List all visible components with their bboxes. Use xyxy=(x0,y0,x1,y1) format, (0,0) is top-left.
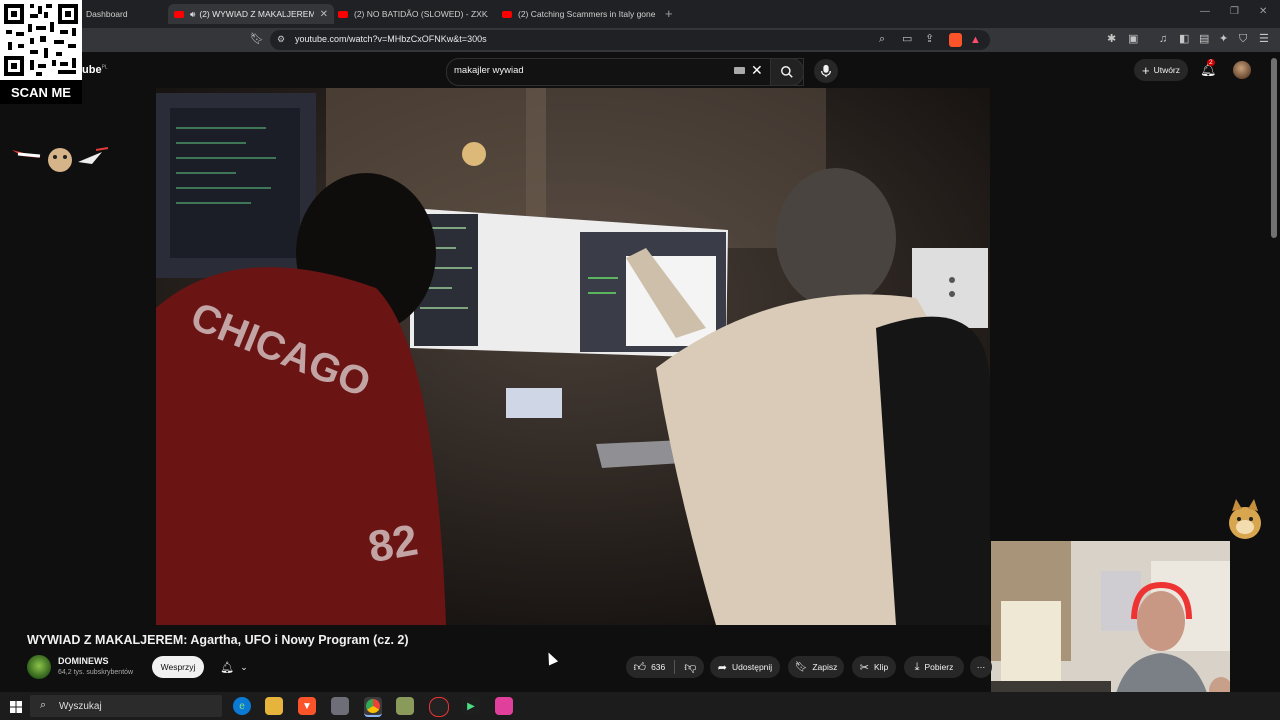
channel-avatar[interactable] xyxy=(27,655,51,679)
brave-icon[interactable]: ▼ xyxy=(298,697,316,715)
menu-icon[interactable]: ☰ xyxy=(1259,34,1269,45)
save-button[interactable]: 🔖︎ Zapisz xyxy=(788,656,844,678)
divider xyxy=(674,660,676,674)
brave-rewards-icon[interactable]: ▲ xyxy=(970,34,981,46)
create-button[interactable]: + Utwórz xyxy=(1134,59,1188,81)
new-tab-icon[interactable]: + xyxy=(665,6,673,21)
keyboard-icon[interactable] xyxy=(734,67,745,74)
video-player[interactable]: CHICAGO 82 xyxy=(156,88,990,625)
more-actions-button[interactable]: ⋯ xyxy=(970,656,992,678)
close-tab-icon[interactable]: ✕ xyxy=(320,9,328,20)
speaker-icon: 🔊︎ xyxy=(190,8,196,19)
video-frame: CHICAGO 82 xyxy=(156,88,990,625)
plus-icon: + xyxy=(1141,62,1150,78)
qr-code xyxy=(0,0,82,80)
scan-me-label: SCAN ME xyxy=(0,80,82,104)
media-player-icon[interactable]: ▶ xyxy=(462,697,480,715)
reading-list-icon[interactable]: ◧ xyxy=(1179,34,1189,45)
file-explorer-icon[interactable] xyxy=(265,697,283,715)
notification-badge: 2 xyxy=(1207,59,1215,66)
media-icon[interactable]: ♫ xyxy=(1159,34,1167,45)
minimize-icon[interactable]: — xyxy=(1200,6,1210,17)
tool-icon[interactable] xyxy=(495,697,513,715)
download-button[interactable]: ⤓ Pobierz xyxy=(904,656,964,678)
leo-ai-icon[interactable]: ✦ xyxy=(1219,34,1228,45)
mouse-cursor-icon xyxy=(543,650,559,666)
search-icon xyxy=(781,66,793,78)
tab-dashboard[interactable]: Dashboard xyxy=(86,4,166,24)
tab-label: (2) WYWIAD Z MAKALJEREM xyxy=(199,9,314,19)
cast-icon[interactable]: ▭ xyxy=(902,34,912,45)
search-icon: ⌕ xyxy=(40,699,47,711)
doge-sticker xyxy=(1224,497,1266,541)
tab-active-video[interactable]: 🔊︎ (2) WYWIAD Z MAKALJEREM ✕ xyxy=(168,4,334,24)
channel-name[interactable]: DOMINEWS xyxy=(58,656,109,666)
share-icon: ➦ xyxy=(717,661,728,674)
subscription-bell-button[interactable]: 🔔︎ ⌄ xyxy=(214,656,254,678)
thumbs-up-icon: 👍︎ xyxy=(633,659,647,674)
bookmark-icon[interactable]: 🔖︎ xyxy=(250,34,264,45)
tab-music[interactable]: (2) NO BATIDÃO (SLOWED) - ZXKAI xyxy=(338,4,488,24)
support-button[interactable]: Wesprzyj xyxy=(152,656,204,678)
clip-label: Klip xyxy=(874,662,889,672)
svg-text:82: 82 xyxy=(365,515,422,572)
cat-emote-sticker xyxy=(10,142,110,176)
bell-icon: 🔔︎ xyxy=(220,661,235,674)
chrome-icon[interactable] xyxy=(364,697,382,717)
wallet-icon[interactable]: ▤ xyxy=(1199,34,1209,45)
microphone-icon xyxy=(820,64,832,78)
logo-region: PL xyxy=(101,64,108,71)
search-button[interactable] xyxy=(770,58,804,86)
edge-icon[interactable]: e xyxy=(233,697,251,715)
share-label: Udostępnij xyxy=(732,662,773,672)
like-button[interactable]: 👍︎ 636 xyxy=(634,660,666,675)
search-query: makajler wywiad xyxy=(454,65,524,76)
clear-search-icon[interactable]: ✕ xyxy=(751,62,763,79)
taskbar-search-placeholder: Wyszukaj xyxy=(59,701,102,712)
like-dislike-group: 👍︎ 636 👎︎ xyxy=(626,656,704,678)
chrome-logo xyxy=(366,699,380,713)
share-page-icon[interactable]: ⇪ xyxy=(925,34,934,45)
tab-label: Dashboard xyxy=(86,9,128,19)
download-icon: ⤓ xyxy=(914,660,920,673)
tab-scammers[interactable]: (2) Catching Scammers in Italy gone xyxy=(502,4,660,24)
tab-label: (2) NO BATIDÃO (SLOWED) - ZXKAI xyxy=(354,9,488,19)
logo-fragment: ube xyxy=(82,64,102,76)
site-info-icon[interactable]: ⚙ xyxy=(277,35,285,44)
chevron-down-icon: ⌄ xyxy=(240,661,248,672)
page-scrollbar[interactable] xyxy=(1271,58,1277,238)
youtube-favicon-icon xyxy=(174,10,184,18)
vpn-icon[interactable]: ⛉ xyxy=(1239,34,1247,45)
youtube-favicon-icon xyxy=(502,10,512,18)
brave-shield-icon[interactable] xyxy=(949,33,962,47)
app-icon[interactable] xyxy=(331,697,349,715)
windows-start-icon[interactable] xyxy=(10,700,22,713)
clip-button[interactable]: ✂ Klip xyxy=(852,656,896,678)
url-text: youtube.com/watch?v=MHbzCxOFNKw&t=300s xyxy=(295,34,487,44)
youtube-logo[interactable]: ubePL xyxy=(82,64,108,76)
like-count: 636 xyxy=(651,662,666,672)
maximize-icon[interactable]: ❐ xyxy=(1230,6,1239,17)
game-icon[interactable] xyxy=(396,697,414,715)
save-icon: 🔖︎ xyxy=(794,661,808,673)
save-label: Zapisz xyxy=(812,662,838,672)
video-title: WYWIAD Z MAKALJEREM: Agartha, UFO i Nowy… xyxy=(27,633,409,647)
sidebar-toggle-icon[interactable]: ▣ xyxy=(1128,34,1138,45)
subscriber-count: 64,2 tys. subskrybentów xyxy=(58,669,134,676)
more-icon: ⋯ xyxy=(976,661,986,672)
download-label: Pobierz xyxy=(924,662,954,672)
thumbs-down-icon[interactable]: 👎︎ xyxy=(684,660,696,675)
account-avatar[interactable] xyxy=(1233,61,1251,79)
voice-search-button[interactable] xyxy=(814,59,838,83)
obs-icon[interactable] xyxy=(429,697,449,717)
create-label: Utwórz xyxy=(1153,65,1181,75)
extensions-icon[interactable]: ✱ xyxy=(1107,34,1116,45)
tab-label: (2) Catching Scammers in Italy gone xyxy=(518,9,656,19)
share-button[interactable]: ➦ Udostępnij xyxy=(710,656,780,678)
zoom-icon[interactable]: ⌕ xyxy=(879,34,885,45)
scissors-icon: ✂ xyxy=(859,661,870,674)
close-window-icon[interactable]: ✕ xyxy=(1259,6,1267,17)
youtube-favicon-icon xyxy=(338,10,348,18)
